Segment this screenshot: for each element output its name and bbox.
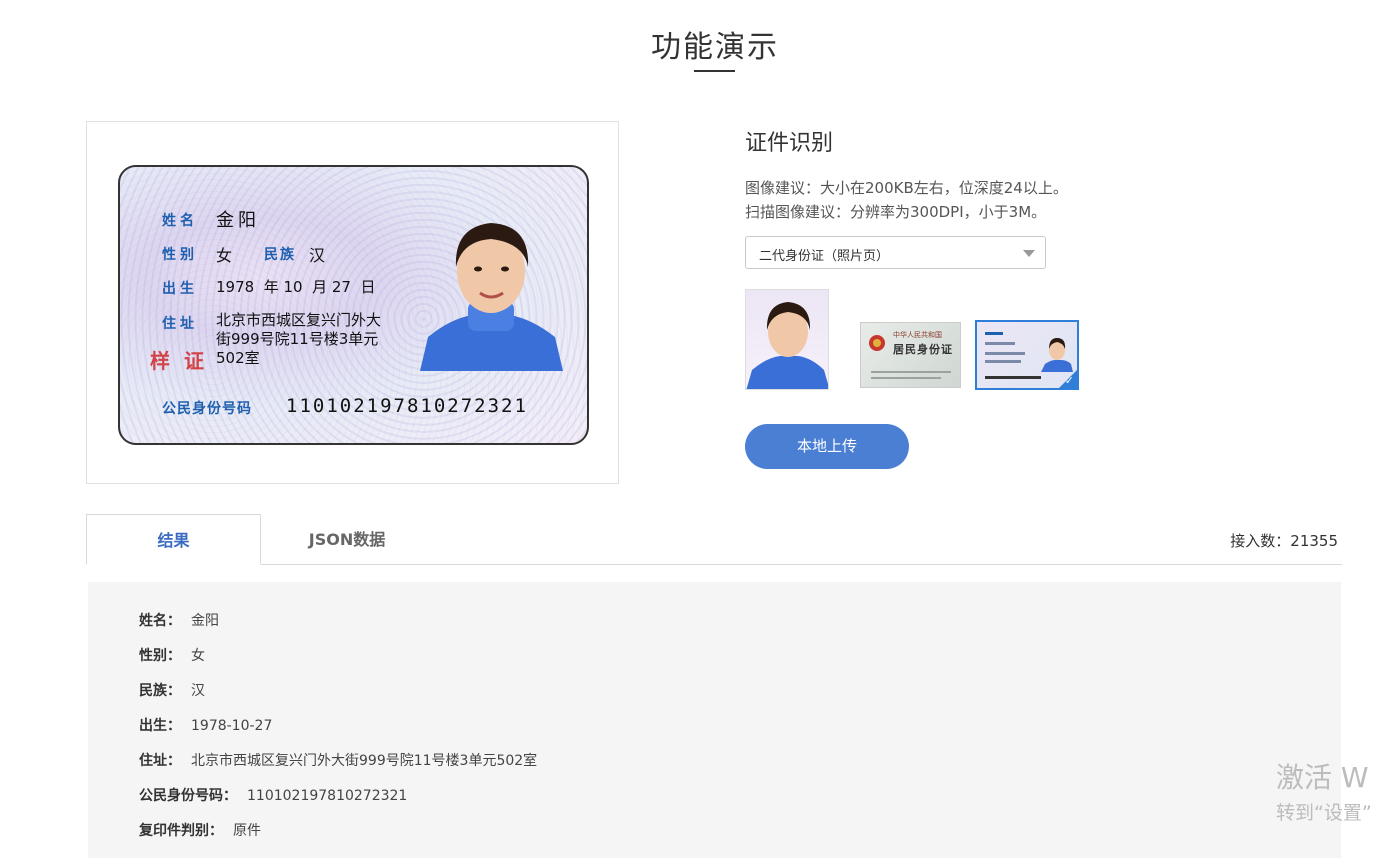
result-row-id-number: 公民身份号码： 110102197810272321	[139, 785, 407, 805]
portrait-thumb-icon	[746, 302, 828, 389]
image-hint: 图像建议：大小在200KB左右，位深度24以上。	[745, 179, 1068, 197]
scan-hint: 扫描图像建议：分辨率为300DPI，小于3M。	[745, 203, 1047, 221]
access-count: 接入数：21355	[1230, 532, 1338, 550]
result-label: 民族：	[139, 683, 181, 699]
card-name-value: 金阳	[216, 210, 260, 231]
sample-stamp: 样证	[150, 349, 218, 373]
sample-thumb-id-front-selected[interactable]: ✓	[975, 320, 1079, 390]
title-underline	[694, 70, 735, 72]
checkmark-icon: ✓	[1064, 374, 1074, 387]
result-value: 1978-10-27	[191, 718, 273, 734]
result-value: 汉	[191, 683, 205, 699]
result-value: 北京市西城区复兴门外大街999号院11号楼3单元502室	[191, 753, 538, 769]
thumb-id-back-subtitle: 居民身份证	[893, 343, 953, 356]
document-type-value: 二代身份证（照片页）	[759, 249, 890, 264]
card-birth-label: 出生	[162, 281, 198, 297]
portrait-photo	[420, 223, 563, 371]
id-card-image: 姓名 金阳 性别 女 民族 汉 出生 1978 年 10 月 27 日 住址 北…	[118, 165, 589, 445]
card-gender-label: 性别	[162, 247, 198, 263]
result-label: 姓名：	[139, 613, 181, 629]
sample-thumb-id-back[interactable]: 中华人民共和国 居民身份证	[860, 322, 961, 388]
card-address-line3: 502室	[216, 349, 260, 367]
local-upload-button[interactable]: 本地上传	[745, 424, 909, 469]
card-ethnicity-label: 民族	[264, 247, 296, 263]
card-address-line1: 北京市西城区复兴门外大	[216, 311, 382, 329]
card-address-line2: 街999号院11号楼3单元	[216, 330, 379, 348]
card-id-label: 公民身份号码	[162, 401, 252, 417]
result-value: 110102197810272321	[247, 788, 408, 804]
card-address-label: 住址	[162, 316, 198, 332]
result-panel: 姓名： 金阳 性别： 女 民族： 汉 出生： 1978-10-27 住址： 北京市西城区复…	[88, 582, 1341, 858]
result-row-address: 住址： 北京市西城区复兴门外大街999号院11号楼3单元502室	[139, 750, 537, 770]
result-label: 性别：	[139, 648, 181, 664]
result-row-birth: 出生： 1978-10-27	[139, 715, 272, 735]
tab-json[interactable]: JSON数据	[262, 514, 432, 565]
card-gender-value: 女	[216, 246, 233, 265]
card-birth-value: 1978 年 10 月 27 日	[216, 278, 376, 296]
page-title: 功能演示	[651, 30, 779, 65]
sample-thumb-portrait[interactable]	[745, 289, 829, 390]
result-label: 住址：	[139, 753, 181, 769]
thumb-id-back-title: 中华人民共和国	[893, 331, 942, 339]
result-row-name: 姓名： 金阳	[139, 610, 219, 630]
result-value: 女	[191, 648, 205, 664]
preview-box: 姓名 金阳 性别 女 民族 汉 出生 1978 年 10 月 27 日 住址 北…	[86, 121, 619, 484]
result-row-ethnicity: 民族： 汉	[139, 680, 205, 700]
section-title: 证件识别	[745, 131, 834, 156]
tab-result[interactable]: 结果	[86, 514, 261, 565]
card-id-value: 110102197810272321	[286, 395, 528, 417]
card-ethnicity-value: 汉	[309, 246, 326, 265]
result-value: 金阳	[191, 613, 219, 629]
card-name-label: 姓名	[162, 213, 198, 229]
result-value: 原件	[233, 823, 261, 839]
result-label: 复印件判别：	[139, 823, 223, 839]
result-label: 出生：	[139, 718, 181, 734]
result-row-copy-check: 复印件判别： 原件	[139, 820, 261, 840]
result-label: 公民身份号码：	[139, 788, 237, 804]
activation-watermark-subtitle: 转到“设置”	[1276, 802, 1372, 824]
result-row-gender: 性别： 女	[139, 645, 205, 665]
chevron-down-icon	[1023, 250, 1035, 257]
activation-watermark-title: 激活 W	[1276, 761, 1369, 794]
document-type-select[interactable]: 二代身份证（照片页）	[745, 236, 1046, 269]
